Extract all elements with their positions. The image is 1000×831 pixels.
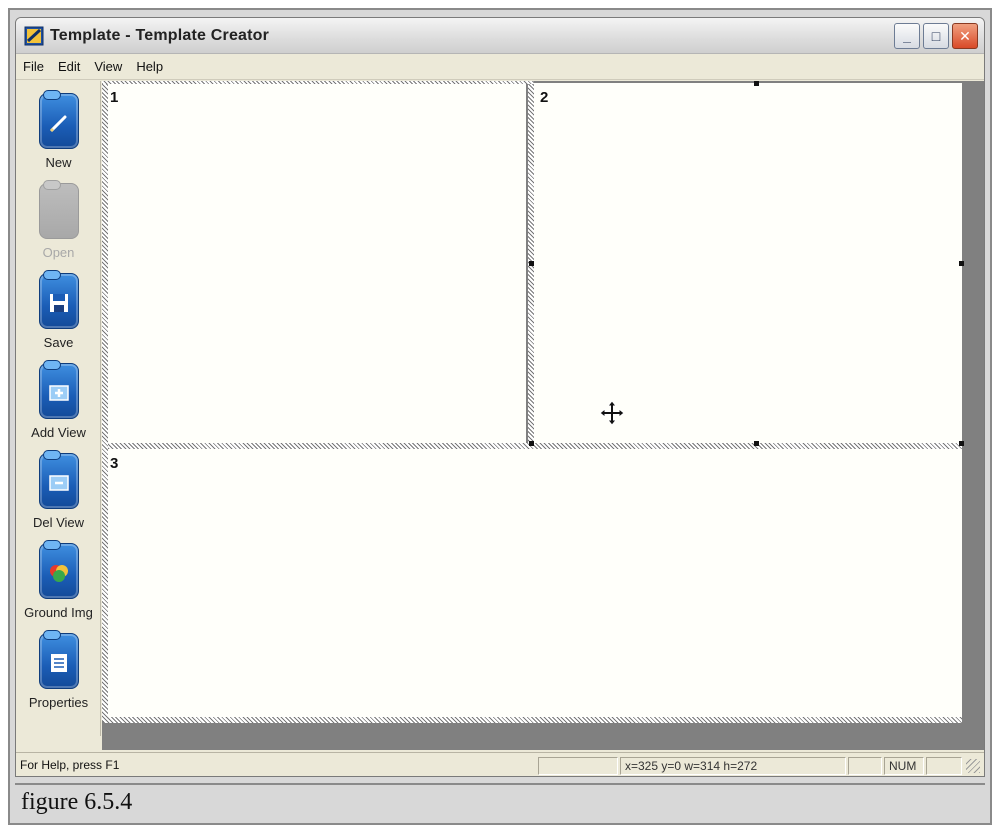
close-button[interactable]: ✕	[952, 23, 978, 49]
resize-handle-bottom[interactable]	[754, 441, 759, 446]
ground-img-label: Ground Img	[24, 605, 93, 620]
resize-handle-bottom-left[interactable]	[529, 441, 534, 446]
status-help-text: For Help, press F1	[20, 758, 120, 772]
del-view-button[interactable]: Del View	[16, 447, 101, 535]
properties-button[interactable]: Properties	[16, 627, 101, 715]
status-bar: For Help, press F1 x=325 y=0 w=314 h=272…	[16, 752, 984, 776]
new-label: New	[45, 155, 72, 170]
del-view-label: Del View	[32, 515, 85, 530]
properties-label: Properties	[28, 695, 89, 710]
ground-image-icon	[38, 540, 79, 599]
resize-handle-right[interactable]	[959, 261, 964, 266]
canvas-border-top	[102, 81, 534, 84]
open-label: Open	[42, 245, 75, 260]
side-toolbar: New Open Save Add View Del View Ground I…	[16, 81, 101, 736]
minimize-icon: _	[903, 28, 911, 44]
save-label: Save	[43, 335, 74, 350]
window-controls: _ □ ✕	[894, 23, 978, 49]
status-pane-empty	[538, 757, 618, 775]
view-2[interactable]: 2	[534, 83, 962, 443]
add-view-button[interactable]: Add View	[16, 357, 101, 445]
window-title: Template - Template Creator	[50, 26, 270, 44]
view-2-number: 2	[540, 89, 549, 106]
status-num: NUM	[884, 757, 924, 775]
maximize-button[interactable]: □	[923, 23, 949, 49]
save-button[interactable]: Save	[16, 267, 101, 355]
plus-icon	[38, 360, 79, 419]
menu-bar: File Edit View Help	[16, 54, 984, 80]
maximize-icon: □	[931, 28, 941, 44]
add-view-label: Add View	[31, 425, 86, 440]
app-icon	[24, 26, 44, 46]
menu-view[interactable]: View	[87, 54, 129, 80]
properties-sheet-icon	[38, 630, 79, 689]
screenshot-frame: Template - Template Creator _ □ ✕ File E…	[8, 8, 992, 825]
resize-handle-top[interactable]	[754, 81, 759, 86]
figure-caption: figure 6.5.4	[15, 783, 985, 819]
menu-file[interactable]: File	[16, 54, 51, 80]
menu-edit[interactable]: Edit	[51, 54, 87, 80]
toolbar-footer	[16, 736, 102, 750]
minimize-button[interactable]: _	[894, 23, 920, 49]
close-icon: ✕	[959, 27, 971, 44]
canvas-bottom-gutter	[102, 736, 984, 750]
status-pane-scroll	[926, 757, 962, 775]
view-1-number: 1	[110, 89, 119, 106]
canvas-border-left	[102, 81, 108, 721]
move-cursor-icon	[599, 400, 625, 426]
open-button[interactable]: Open	[16, 177, 101, 265]
view-3[interactable]: 3	[104, 449, 962, 717]
template-canvas[interactable]: 1 2 3	[102, 81, 984, 736]
menu-help[interactable]: Help	[129, 54, 170, 80]
folder-icon	[38, 180, 79, 239]
resize-grip-icon[interactable]	[966, 759, 980, 773]
status-pane-caps	[848, 757, 882, 775]
view-1[interactable]: 1	[104, 83, 526, 443]
floppy-disk-icon	[38, 270, 79, 329]
minus-icon	[38, 450, 79, 509]
pencil-icon	[38, 90, 79, 149]
resize-handle-left[interactable]	[529, 261, 534, 266]
new-button[interactable]: New	[16, 87, 101, 175]
app-window: Template - Template Creator _ □ ✕ File E…	[15, 17, 985, 777]
title-bar: Template - Template Creator _ □ ✕	[16, 18, 984, 54]
view-3-number: 3	[110, 455, 119, 472]
status-coords: x=325 y=0 w=314 h=272	[620, 757, 846, 775]
resize-handle-bottom-right[interactable]	[959, 441, 964, 446]
view-3-border-bottom	[104, 717, 962, 723]
ground-img-button[interactable]: Ground Img	[16, 537, 101, 625]
